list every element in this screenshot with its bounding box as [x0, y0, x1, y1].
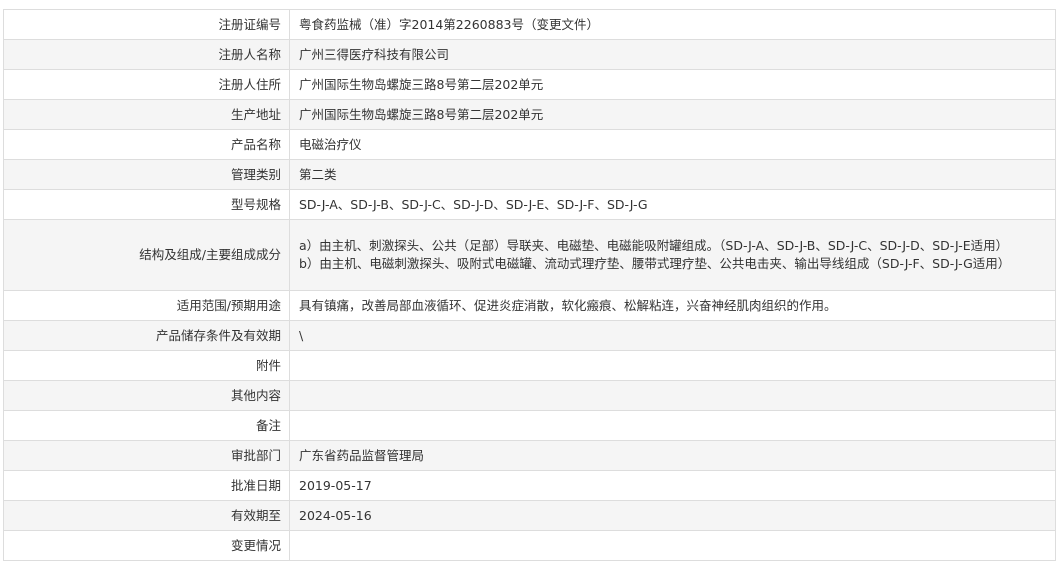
storage-validity-label: 产品储存条件及有效期 — [3, 320, 290, 351]
intended-use-label: 适用范围/预期用途 — [3, 290, 290, 321]
registration-number-value: 粤食药监械（准）字2014第2260883号（变更文件） — [289, 9, 1056, 40]
row-attachments: 附件 — [3, 350, 1056, 381]
change-status-value — [289, 530, 1056, 561]
registration-detail-table: 注册证编号 粤食药监械（准）字2014第2260883号（变更文件） 注册人名称… — [3, 9, 1056, 561]
structure-composition-value: a）由主机、刺激探头、公共（足部）导联夹、电磁垫、电磁能吸附罐组成。（SD-J-… — [289, 219, 1056, 291]
row-approval-department: 审批部门 广东省药品监督管理局 — [3, 440, 1056, 471]
row-production-address: 生产地址 广州国际生物岛螺旋三路8号第二层202单元 — [3, 99, 1056, 130]
registrant-name-value: 广州三得医疗科技有限公司 — [289, 39, 1056, 70]
row-product-name: 产品名称 电磁治疗仪 — [3, 129, 1056, 160]
approval-department-label: 审批部门 — [3, 440, 290, 471]
model-spec-value: SD-J-A、SD-J-B、SD-J-C、SD-J-D、SD-J-E、SD-J-… — [289, 189, 1056, 220]
management-category-label: 管理类别 — [3, 159, 290, 190]
approval-date-value: 2019-05-17 — [289, 470, 1056, 501]
structure-composition-line-a: a）由主机、刺激探头、公共（足部）导联夹、电磁垫、电磁能吸附罐组成。（SD-J-… — [299, 238, 1009, 253]
row-other-content: 其他内容 — [3, 380, 1056, 411]
other-content-label: 其他内容 — [3, 380, 290, 411]
valid-until-label: 有效期至 — [3, 500, 290, 531]
row-valid-until: 有效期至 2024-05-16 — [3, 500, 1056, 531]
product-name-value: 电磁治疗仪 — [289, 129, 1056, 160]
storage-validity-value: \ — [289, 320, 1056, 351]
row-registrant-address: 注册人住所 广州国际生物岛螺旋三路8号第二层202单元 — [3, 69, 1056, 100]
valid-until-value: 2024-05-16 — [289, 500, 1056, 531]
registrant-name-label: 注册人名称 — [3, 39, 290, 70]
remarks-value — [289, 410, 1056, 441]
approval-date-label: 批准日期 — [3, 470, 290, 501]
row-intended-use: 适用范围/预期用途 具有镇痛，改善局部血液循环、促进炎症消散，软化瘢痕、松解粘连… — [3, 290, 1056, 321]
row-registrant-name: 注册人名称 广州三得医疗科技有限公司 — [3, 39, 1056, 70]
registration-number-label: 注册证编号 — [3, 9, 290, 40]
row-registration-number: 注册证编号 粤食药监械（准）字2014第2260883号（变更文件） — [3, 9, 1056, 40]
attachments-value — [289, 350, 1056, 381]
registrant-address-value: 广州国际生物岛螺旋三路8号第二层202单元 — [289, 69, 1056, 100]
row-storage-validity: 产品储存条件及有效期 \ — [3, 320, 1056, 351]
row-model-spec: 型号规格 SD-J-A、SD-J-B、SD-J-C、SD-J-D、SD-J-E、… — [3, 189, 1056, 220]
other-content-value — [289, 380, 1056, 411]
remarks-label: 备注 — [3, 410, 290, 441]
approval-department-value: 广东省药品监督管理局 — [289, 440, 1056, 471]
structure-composition-line-b: b）由主机、电磁刺激探头、吸附式电磁罐、流动式理疗垫、腰带式理疗垫、公共电击夹、… — [299, 256, 1011, 271]
registrant-address-label: 注册人住所 — [3, 69, 290, 100]
row-remarks: 备注 — [3, 410, 1056, 441]
row-management-category: 管理类别 第二类 — [3, 159, 1056, 190]
product-name-label: 产品名称 — [3, 129, 290, 160]
production-address-value: 广州国际生物岛螺旋三路8号第二层202单元 — [289, 99, 1056, 130]
intended-use-value: 具有镇痛，改善局部血液循环、促进炎症消散，软化瘢痕、松解粘连，兴奋神经肌肉组织的… — [289, 290, 1056, 321]
model-spec-label: 型号规格 — [3, 189, 290, 220]
row-change-status: 变更情况 — [3, 530, 1056, 561]
row-structure-composition: 结构及组成/主要组成成分 a）由主机、刺激探头、公共（足部）导联夹、电磁垫、电磁… — [3, 219, 1056, 291]
structure-composition-label: 结构及组成/主要组成成分 — [3, 219, 290, 291]
attachments-label: 附件 — [3, 350, 290, 381]
management-category-value: 第二类 — [289, 159, 1056, 190]
production-address-label: 生产地址 — [3, 99, 290, 130]
change-status-label: 变更情况 — [3, 530, 290, 561]
row-approval-date: 批准日期 2019-05-17 — [3, 470, 1056, 501]
